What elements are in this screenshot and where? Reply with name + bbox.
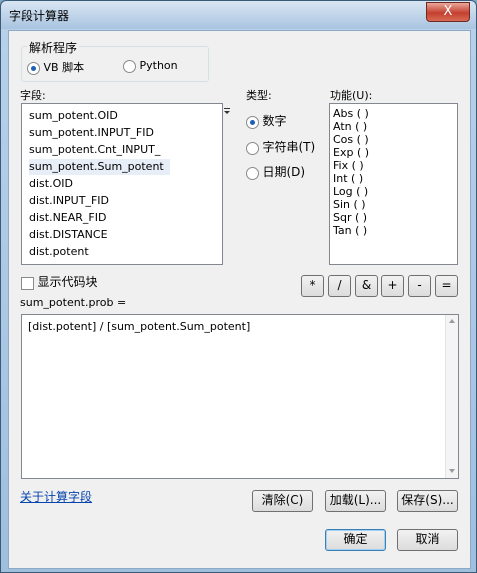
parser-vbscript-option[interactable]: VB 脚本 bbox=[27, 59, 84, 75]
functions-list[interactable]: Abs ( ) Atn ( ) Cos ( ) Exp ( ) Fix ( ) … bbox=[329, 103, 458, 265]
dialog-window: 字段计算器 X 解析程序 VB 脚本 Python 字段: sum_potent… bbox=[0, 0, 477, 573]
show-codeblock-label: 显示代码块 bbox=[37, 275, 98, 289]
type-string-option[interactable]: 字符串(T) bbox=[246, 138, 315, 155]
clear-button[interactable]: 清除(C) bbox=[252, 490, 313, 512]
field-item[interactable]: sum_potent.INPUT_FID bbox=[29, 125, 154, 141]
field-item[interactable]: dist.NEAR_FID bbox=[29, 210, 106, 226]
window-title: 字段计算器 bbox=[9, 9, 70, 23]
operator-plus-button[interactable]: + bbox=[381, 275, 404, 297]
fields-label: 字段: bbox=[20, 89, 46, 102]
title-bar[interactable]: 字段计算器 X bbox=[1, 1, 476, 29]
function-item[interactable]: Sqr ( ) bbox=[333, 211, 367, 224]
field-item[interactable]: dist.potent bbox=[29, 244, 89, 260]
function-item[interactable]: Exp ( ) bbox=[333, 146, 369, 159]
about-calculate-field-link[interactable]: 关于计算字段 bbox=[20, 488, 92, 505]
parser-python-radio[interactable] bbox=[123, 59, 136, 73]
field-item[interactable]: dist.DISTANCE bbox=[29, 227, 108, 243]
load-button[interactable]: 加载(L)... bbox=[325, 490, 386, 512]
scroll-arrows-icon bbox=[449, 319, 455, 473]
field-item[interactable]: sum_potent.Cnt_INPUT_ bbox=[29, 142, 160, 158]
function-item[interactable]: Sin ( ) bbox=[333, 198, 366, 211]
cancel-button[interactable]: 取消 bbox=[397, 529, 458, 551]
dialog-body: 解析程序 VB 脚本 Python 字段: sum_potent.OID sum… bbox=[8, 30, 471, 569]
function-item[interactable]: Cos ( ) bbox=[333, 133, 369, 146]
expression-textarea[interactable]: [dist.potent] / [sum_potent.Sum_potent] bbox=[21, 314, 459, 479]
type-number-radio[interactable] bbox=[246, 115, 259, 129]
close-icon: X bbox=[443, 4, 453, 19]
field-item[interactable]: sum_potent.OID bbox=[29, 108, 118, 124]
type-number-label: 数字 bbox=[262, 114, 287, 128]
operator-ampersand-button[interactable]: & bbox=[355, 275, 378, 297]
parser-python-label: Python bbox=[139, 59, 178, 72]
type-date-option[interactable]: 日期(D) bbox=[246, 163, 305, 180]
parser-python-option[interactable]: Python bbox=[123, 59, 178, 73]
functions-label: 功能(U): bbox=[330, 89, 373, 102]
show-codeblock-option[interactable]: 显示代码块 bbox=[21, 273, 98, 290]
save-button[interactable]: 保存(S)... bbox=[397, 490, 458, 512]
function-item[interactable]: Int ( ) bbox=[333, 172, 363, 185]
field-item[interactable]: dist.OID bbox=[29, 176, 73, 192]
ok-button[interactable]: 确定 bbox=[325, 529, 386, 551]
operator-minus-button[interactable]: - bbox=[408, 275, 431, 297]
type-date-radio[interactable] bbox=[246, 166, 259, 180]
parser-group-label: 解析程序 bbox=[27, 39, 80, 56]
close-button[interactable]: X bbox=[426, 2, 470, 22]
type-date-label: 日期(D) bbox=[262, 165, 306, 179]
type-string-label: 字符串(T) bbox=[262, 140, 316, 154]
expression-scrollbar[interactable] bbox=[445, 315, 458, 478]
function-item[interactable]: Log ( ) bbox=[333, 185, 368, 198]
sort-triangle-icon[interactable] bbox=[223, 105, 231, 114]
fields-list[interactable]: sum_potent.OID sum_potent.INPUT_FID sum_… bbox=[21, 103, 223, 265]
expression-text: [dist.potent] / [sum_potent.Sum_potent] bbox=[28, 320, 251, 333]
show-codeblock-checkbox[interactable] bbox=[21, 276, 34, 290]
type-string-radio[interactable] bbox=[246, 141, 259, 155]
function-item[interactable]: Atn ( ) bbox=[333, 120, 367, 133]
field-item[interactable]: dist.INPUT_FID bbox=[29, 193, 109, 209]
expression-target-label: sum_potent.prob = bbox=[20, 296, 127, 309]
operator-equals-button[interactable]: = bbox=[435, 275, 458, 297]
types-label: 类型: bbox=[246, 89, 272, 102]
operator-divide-button[interactable]: / bbox=[328, 275, 351, 297]
parser-vbscript-radio[interactable] bbox=[27, 61, 40, 75]
function-item[interactable]: Tan ( ) bbox=[333, 224, 367, 237]
field-item-selected[interactable]: sum_potent.Sum_potent bbox=[29, 159, 170, 175]
function-item[interactable]: Abs ( ) bbox=[333, 107, 369, 120]
parser-vbscript-label: VB 脚本 bbox=[43, 61, 85, 74]
function-item[interactable]: Fix ( ) bbox=[333, 159, 364, 172]
operator-multiply-button[interactable]: * bbox=[301, 275, 324, 297]
type-number-option[interactable]: 数字 bbox=[246, 112, 287, 129]
